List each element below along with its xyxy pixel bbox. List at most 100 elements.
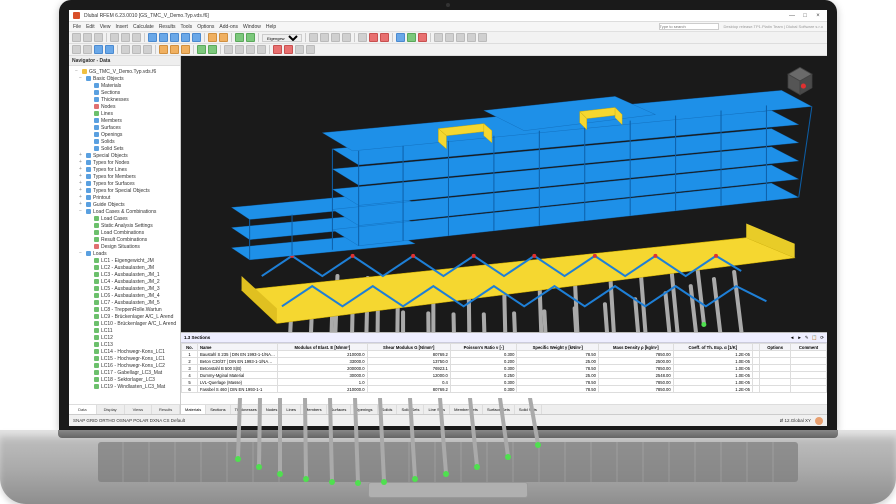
redo-icon[interactable] bbox=[132, 33, 141, 42]
tree-item[interactable]: LC14 - Hochwegr-Kons_LC1 bbox=[71, 348, 178, 355]
tree-item[interactable]: LC2 - Ausbaulasten_JM bbox=[71, 264, 178, 271]
tree-section[interactable]: +Guide Objects bbox=[71, 201, 178, 208]
t2-20[interactable] bbox=[306, 45, 315, 54]
load-icon[interactable] bbox=[208, 33, 217, 42]
tree-item[interactable]: Load Combinations bbox=[71, 229, 178, 236]
tree-section[interactable]: +Printout bbox=[71, 194, 178, 201]
y-icon[interactable] bbox=[407, 33, 416, 42]
t2-12[interactable] bbox=[208, 45, 217, 54]
table-tab[interactable]: Solids bbox=[378, 405, 398, 414]
tree-item[interactable]: Solid Sets bbox=[71, 145, 178, 152]
menu-edit[interactable]: Edit bbox=[86, 24, 95, 30]
table-tab[interactable]: Member Sets bbox=[450, 405, 483, 414]
results-icon[interactable] bbox=[246, 33, 255, 42]
tree-section[interactable]: −Basic Objects bbox=[71, 75, 178, 82]
t2-14[interactable] bbox=[235, 45, 244, 54]
support-icon[interactable] bbox=[219, 33, 228, 42]
t2-13[interactable] bbox=[224, 45, 233, 54]
tree-item[interactable]: Solids bbox=[71, 138, 178, 145]
table-row[interactable]: 6Fassbel S 460 | DIN EN 1993-1-1210000.0… bbox=[182, 386, 827, 393]
t2-16[interactable] bbox=[257, 45, 266, 54]
solid-icon[interactable] bbox=[192, 33, 201, 42]
table-header[interactable]: Modulus of Elast. E [N/mm²] bbox=[278, 344, 367, 351]
line-icon[interactable] bbox=[159, 33, 168, 42]
search-input[interactable] bbox=[659, 23, 719, 30]
new-file-icon[interactable] bbox=[72, 33, 81, 42]
misc-icon-3[interactable] bbox=[456, 33, 465, 42]
table-tab[interactable]: Line Sets bbox=[424, 405, 450, 414]
menu-file[interactable]: File bbox=[73, 24, 81, 30]
tree-item[interactable]: Members bbox=[71, 117, 178, 124]
tree-item[interactable]: Load Cases bbox=[71, 215, 178, 222]
tree-section[interactable]: −Load Cases & Combinations bbox=[71, 208, 178, 215]
table-tab[interactable]: Surface Sets bbox=[483, 405, 515, 414]
z-icon[interactable] bbox=[418, 33, 427, 42]
table-row[interactable]: 2Beton C30/37 | DIN EN 1993-1-1/NA…33000… bbox=[182, 358, 827, 365]
tree-section[interactable]: +Types for Surfaces bbox=[71, 180, 178, 187]
menu-results[interactable]: Results bbox=[159, 24, 176, 30]
t2-4[interactable] bbox=[105, 45, 114, 54]
tree-item[interactable]: Surfaces bbox=[71, 124, 178, 131]
window-close-button[interactable]: × bbox=[813, 12, 823, 20]
t2-7[interactable] bbox=[143, 45, 152, 54]
table-header[interactable]: Shear Modulus G [N/mm²] bbox=[367, 344, 450, 351]
x-icon[interactable] bbox=[396, 33, 405, 42]
t2-8[interactable] bbox=[159, 45, 168, 54]
table-header[interactable]: Options bbox=[760, 344, 791, 351]
menu-calculate[interactable]: Calculate bbox=[133, 24, 154, 30]
menu-tools[interactable]: Tools bbox=[181, 24, 193, 30]
t2-9[interactable] bbox=[170, 45, 179, 54]
tree-item[interactable]: Design Situations bbox=[71, 243, 178, 250]
table-header[interactable]: Mass Density ρ [kg/m³] bbox=[598, 344, 673, 351]
tree-item[interactable]: Sections bbox=[71, 89, 178, 96]
table-row[interactable]: 5LVL-Querlage (Masse)1.00.40.30078.50785… bbox=[182, 379, 827, 386]
tree-item[interactable]: LC13 bbox=[71, 341, 178, 348]
rotate-icon[interactable] bbox=[342, 33, 351, 42]
table-row[interactable]: 4Dummy-Mginal Material30000.012000.00.25… bbox=[182, 372, 827, 379]
tree-section[interactable]: +Types for Nodes bbox=[71, 159, 178, 166]
t2-6[interactable] bbox=[132, 45, 141, 54]
menu-view[interactable]: View bbox=[100, 24, 111, 30]
misc-icon-4[interactable] bbox=[467, 33, 476, 42]
t2-10[interactable] bbox=[181, 45, 190, 54]
tree-item[interactable]: Lines bbox=[71, 110, 178, 117]
tree-section[interactable]: −Loads bbox=[71, 250, 178, 257]
t2-3[interactable] bbox=[94, 45, 103, 54]
t2-19[interactable] bbox=[295, 45, 304, 54]
wire-icon[interactable] bbox=[380, 33, 389, 42]
view-icon[interactable] bbox=[309, 33, 318, 42]
tree-root[interactable]: −GS_TMC_V_Demo.Typ.vds.f6 bbox=[71, 68, 178, 75]
tree-item[interactable]: Result Combinations bbox=[71, 236, 178, 243]
table-header[interactable]: Comment bbox=[791, 344, 827, 351]
table-row[interactable]: 3Betonstahl B 500 S(B)200000.076923.10.3… bbox=[182, 365, 827, 372]
t2-2[interactable] bbox=[83, 45, 92, 54]
tree-item[interactable]: LC19 - Windlasten_LC3_Mat bbox=[71, 383, 178, 390]
table-tab[interactable]: Solid Sets bbox=[397, 405, 424, 414]
tree-item[interactable]: LC9 - Brückenlager A/C_L Arend bbox=[71, 313, 178, 320]
table-toolbtn-1[interactable]: ◄ bbox=[790, 335, 794, 340]
node-icon[interactable] bbox=[148, 33, 157, 42]
tree-section[interactable]: +Special Objects bbox=[71, 152, 178, 159]
table-tab[interactable]: Thicknesses bbox=[231, 405, 262, 414]
misc-icon-5[interactable] bbox=[478, 33, 487, 42]
tree-item[interactable]: LC12 bbox=[71, 334, 178, 341]
menu-addons[interactable]: Add-ons bbox=[219, 24, 238, 30]
table-tab[interactable]: Lines bbox=[282, 405, 301, 414]
tree-item[interactable]: LC10 - Brückenlager A/C_L Arend bbox=[71, 320, 178, 327]
misc-icon-1[interactable] bbox=[434, 33, 443, 42]
print-icon[interactable] bbox=[110, 33, 119, 42]
tree-item[interactable]: Thicknesses bbox=[71, 96, 178, 103]
tree-item[interactable]: Static Analysis Settings bbox=[71, 222, 178, 229]
table-header[interactable]: Name bbox=[198, 344, 278, 351]
menu-options[interactable]: Options bbox=[197, 24, 214, 30]
tree-item[interactable]: Nodes bbox=[71, 103, 178, 110]
tree-item[interactable]: LC3 - Ausbaulasten_JM_1 bbox=[71, 271, 178, 278]
tree-item[interactable]: LC11 bbox=[71, 327, 178, 334]
table-tab[interactable]: Solid Sets bbox=[515, 405, 542, 414]
table-toolbtn-2[interactable]: ► bbox=[797, 335, 801, 340]
table-toolbtn-4[interactable]: 📋 bbox=[812, 335, 818, 341]
table-toolbtn-3[interactable]: ✎ bbox=[805, 335, 809, 341]
tree-item[interactable]: LC18 - Sektorlager_LC3 bbox=[71, 376, 178, 383]
t2-11[interactable] bbox=[197, 45, 206, 54]
table-header[interactable]: Poisson's Ratio ν [-] bbox=[450, 344, 517, 351]
